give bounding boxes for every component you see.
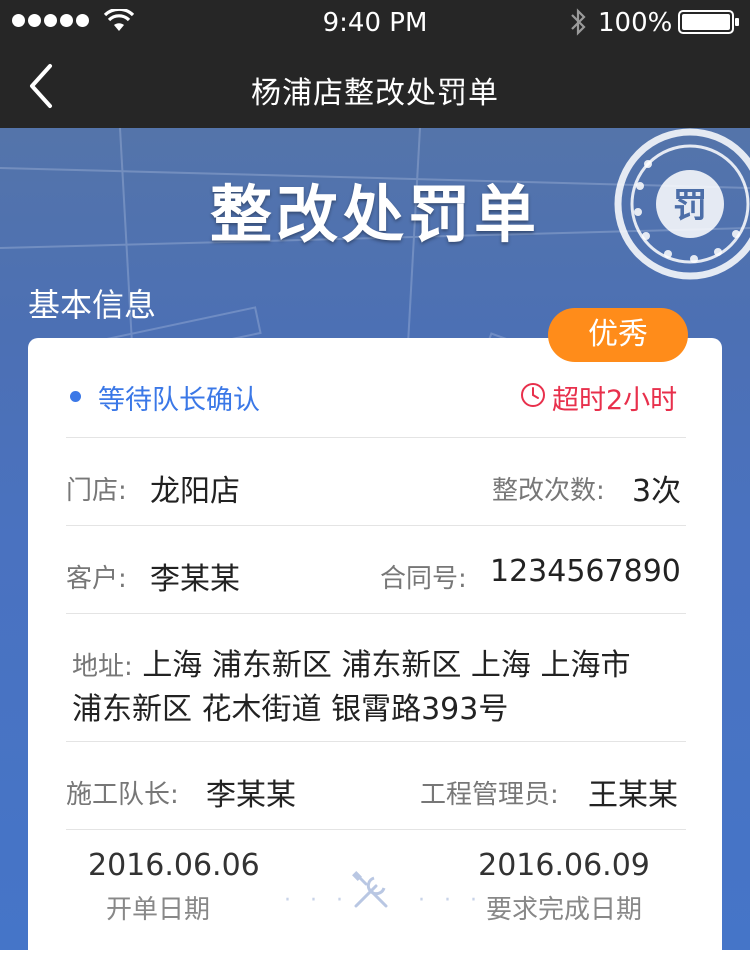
due-date-value: 2016.06.09 [478,848,650,883]
customer-label: 客户: [66,564,127,594]
rectify-count-label: 整改次数: [492,476,605,506]
navigation-bar: 杨浦店整改处罚单 [0,44,750,128]
due-date-block: 2016.06.09 要求完成日期 [474,848,654,926]
status-text: 等待队长确认 [98,385,260,416]
leader-row: 施工队长: 李某某 工程管理员: 王某某 [66,742,686,830]
page-title: 杨浦店整改处罚单 [251,76,499,111]
stamp-text: 罚 [673,186,707,226]
address-line1: 地址: 上海 浦东新区 浦东新区 上海 上海市 [72,640,630,684]
battery-percentage: 100% [598,8,673,38]
penalty-stamp-icon: 罚 [614,128,750,280]
store-row: 门店: 龙阳店 整改次数: 3次 [66,438,686,526]
rectify-count-value: 3次 [632,474,682,509]
due-date-label: 要求完成日期 [485,895,642,925]
status-dot [70,391,81,402]
store-value: 龙阳店 [150,474,240,509]
address-value-line1: 上海 浦东新区 浦东新区 上海 上海市 [142,648,631,683]
address-label: 地址: [72,652,133,682]
store-label: 门店: [66,476,127,506]
team-leader-label: 施工队长: [66,780,179,810]
team-leader-value: 李某某 [206,778,296,813]
customer-value: 李某某 [150,562,240,597]
contract-label: 合同号: [380,564,467,594]
start-date-value: 2016.06.06 [88,848,260,883]
start-date-block: 2016.06.06 开单日期 [88,848,260,926]
address-value-line2: 浦东新区 花木街道 银霄路393号 [72,692,509,727]
project-manager-label: 工程管理员: [420,780,559,810]
grade-badge: 优秀 [548,308,688,362]
address-row: 地址: 上海 浦东新区 浦东新区 上海 上海市 浦东新区 花木街道 银霄路393… [66,614,686,742]
customer-row: 客户: 李某某 合同号: 1234567890 [66,526,686,614]
project-manager-value: 王某某 [588,778,678,813]
bluetooth-icon [571,8,586,36]
contract-value: 1234567890 [490,554,681,589]
status-bar: 9:40 PM 100% [0,0,750,44]
start-date-label: 开单日期 [105,895,210,925]
section-title: 基本信息 [28,286,157,324]
info-card: 等待队长确认 超时2小时 门店: 龙阳店 整改次数: 3次 客户: 李某某 合同… [28,338,722,978]
wrench-screwdriver-icon [352,871,388,908]
battery-icon [678,10,739,34]
progress-dots-left: · · · [284,888,349,913]
clock-icon [521,383,545,407]
timeout-text: 超时2小时 [552,385,678,416]
